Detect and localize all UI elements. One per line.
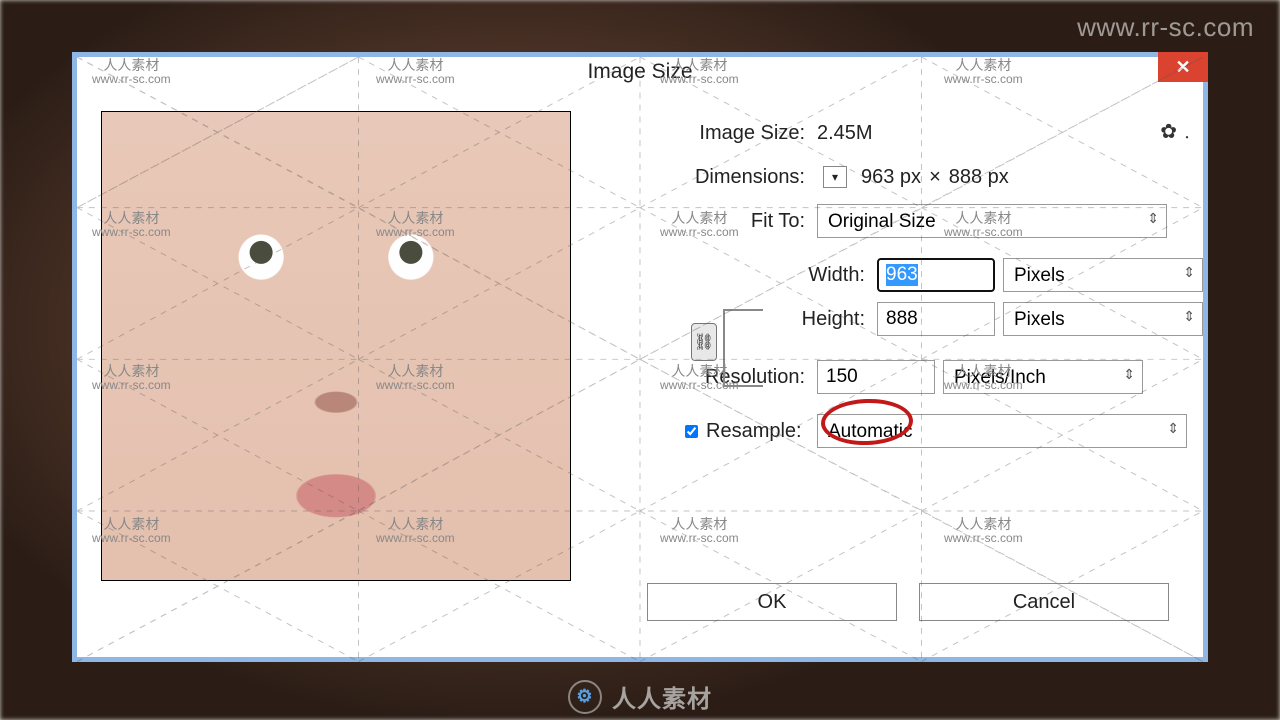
resolution-input[interactable] [817, 360, 935, 394]
watermark-cell: 人人素材www.rr-sc.com [944, 58, 1023, 87]
watermark-cell: 人人素材www.rr-sc.com [92, 58, 171, 87]
watermark-cell: 人人素材www.rr-sc.com [660, 364, 739, 393]
dimensions-times: × [929, 166, 941, 189]
close-icon: ✕ [1175, 57, 1190, 78]
image-size-label: Image Size: [615, 122, 815, 145]
watermark-cell: 人人素材www.rr-sc.com [376, 517, 455, 546]
footer-brand: ⚙ 人人素材 [568, 679, 712, 714]
watermark-url: www.rr-sc.com [1077, 12, 1254, 43]
watermark-cell: 人人素材www.rr-sc.com [92, 364, 171, 393]
cancel-button[interactable]: Cancel [919, 583, 1169, 621]
width-label: Width: [755, 264, 875, 287]
watermark-cell: 人人素材www.rr-sc.com [944, 517, 1023, 546]
footer-brand-text: 人人素材 [612, 679, 712, 714]
close-button[interactable]: ✕ [1158, 52, 1208, 82]
watermark-cell: 人人素材www.rr-sc.com [92, 211, 171, 240]
image-preview[interactable] [101, 111, 571, 581]
watermark-cell: 人人素材www.rr-sc.com [376, 58, 455, 87]
width-unit-select[interactable]: Pixels [1003, 258, 1203, 292]
watermark-cell: 人人素材www.rr-sc.com [944, 211, 1023, 240]
watermark-cell: 人人素材www.rr-sc.com [92, 517, 171, 546]
resample-checkbox[interactable] [685, 425, 698, 438]
watermark-cell: 人人素材www.rr-sc.com [660, 211, 739, 240]
watermark-cell: 人人素材www.rr-sc.com [660, 517, 739, 546]
dimensions-label: Dimensions: [615, 166, 815, 189]
dimensions-width: 963 px [861, 166, 921, 189]
height-input[interactable] [877, 302, 995, 336]
gear-icon[interactable]: ✿﹒ [1160, 115, 1197, 144]
watermark-cell: 人人素材www.rr-sc.com [376, 364, 455, 393]
watermark-cell: 人人素材www.rr-sc.com [660, 58, 739, 87]
dimensions-unit-toggle[interactable]: ▾ [823, 166, 847, 188]
brand-logo-icon: ⚙ [568, 680, 602, 714]
dimensions-height: 888 px [949, 166, 1009, 189]
dimensions-value: ▾ 963 px × 888 px [815, 166, 1009, 189]
image-size-value: 2.45M [815, 122, 873, 145]
image-size-dialog: Image Size ✕ ✿﹒ Image Size: 2.45M Dimens… [72, 52, 1208, 662]
width-input[interactable] [877, 258, 995, 292]
height-label: Height: [755, 308, 875, 331]
watermark-cell: 人人素材www.rr-sc.com [376, 211, 455, 240]
dialog-titlebar[interactable]: Image Size ✕ [77, 57, 1203, 87]
watermark-cell: 人人素材www.rr-sc.com [944, 364, 1023, 393]
constrain-proportions-icon[interactable]: ⛓ [691, 323, 717, 361]
resample-checkbox-label[interactable]: Resample: [685, 420, 795, 443]
ok-button[interactable]: OK [647, 583, 897, 621]
resample-select[interactable]: Automatic [817, 414, 1187, 448]
resample-label: Resample: [706, 420, 802, 443]
height-unit-select[interactable]: Pixels [1003, 302, 1203, 336]
